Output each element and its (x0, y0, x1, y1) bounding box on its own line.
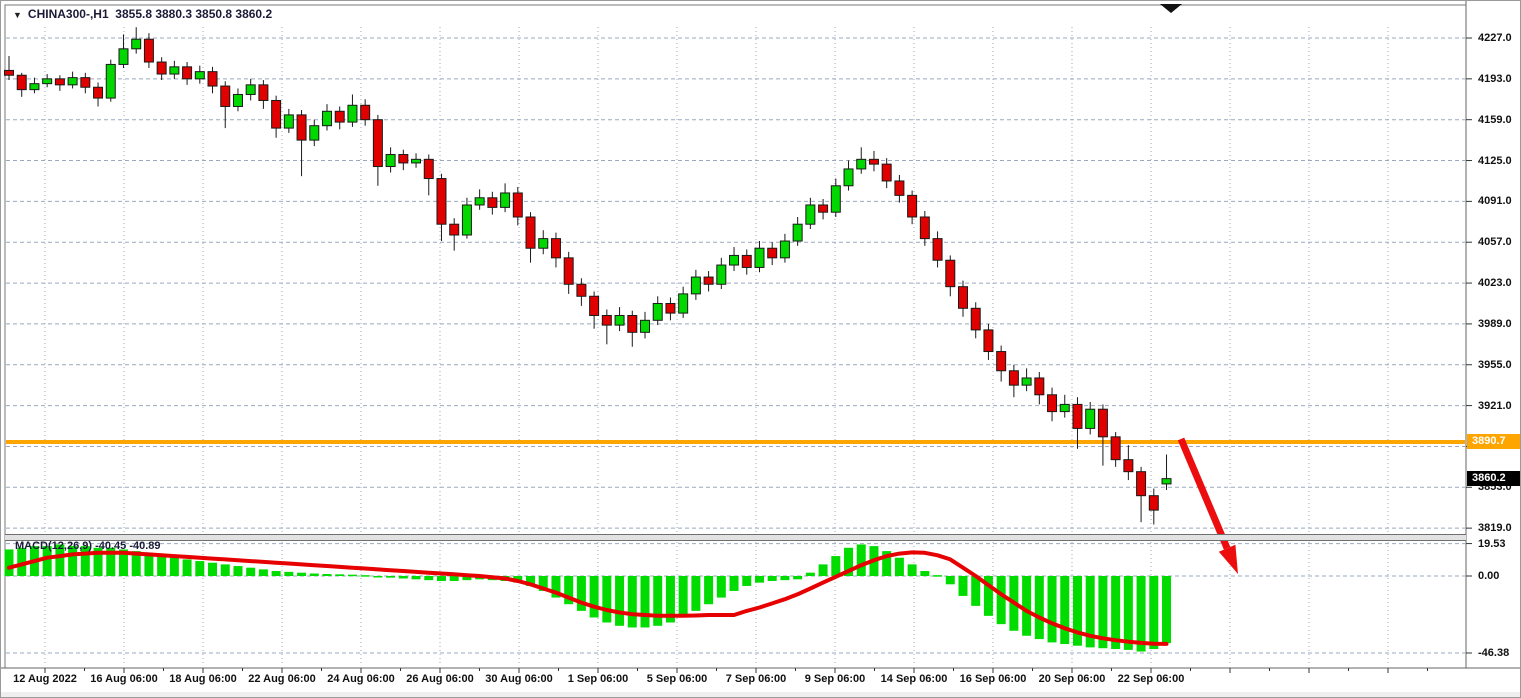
price-axis-label: 4091.0 (1478, 194, 1512, 208)
price-axis-label: 4227.0 (1478, 31, 1512, 45)
chart-window: ▼ CHINA300-,H1 3855.8 3880.3 3850.8 3860.… (0, 0, 1521, 698)
symbol-dropdown-icon[interactable]: ▼ (13, 10, 22, 20)
chart-shift-marker[interactable] (1160, 4, 1182, 13)
symbol-name: CHINA300- (28, 7, 90, 21)
macd-scale-label: 0.00 (1478, 569, 1499, 583)
price-axis-label: 4159.0 (1478, 113, 1512, 127)
price-axis-label: 4193.0 (1478, 72, 1512, 86)
chart-canvas[interactable] (1, 1, 1521, 698)
window-bottom-edge (1, 692, 1521, 698)
support-level-badge: 3890.7 (1467, 434, 1521, 449)
time-axis-label: 18 Aug 06:00 (169, 673, 236, 685)
symbol-header: ▼ CHINA300-,H1 3855.8 3880.3 3850.8 3860.… (13, 7, 272, 21)
price-axis-label: 4023.0 (1478, 276, 1512, 290)
price-axis-label: 3921.0 (1478, 399, 1512, 413)
candlesticks (5, 27, 1172, 524)
time-axis-label: 16 Aug 06:00 (90, 673, 157, 685)
panel-separator[interactable] (5, 534, 1466, 541)
time-axis-label: 24 Aug 06:00 (327, 673, 394, 685)
time-axis-label: 9 Sep 06:00 (805, 673, 866, 685)
price-axis-label: 3819.0 (1478, 521, 1512, 535)
time-axis-label: 20 Sep 06:00 (1039, 673, 1106, 685)
time-axis-label: 22 Sep 06:00 (1118, 673, 1185, 685)
macd-histogram (5, 544, 1172, 651)
time-axis-label: 7 Sep 06:00 (726, 673, 787, 685)
price-axis-label: 4057.0 (1478, 235, 1512, 249)
timeframe-label: ,H1 (90, 7, 109, 21)
time-axis-label: 5 Sep 06:00 (647, 673, 708, 685)
current-price-badge: 3860.2 (1467, 471, 1521, 486)
time-axis-label: 12 Aug 2022 (13, 673, 77, 685)
macd-indicator-label: MACD(12,26,9) -40.45 -40.89 (15, 540, 161, 552)
trend-arrow-annotation[interactable] (1181, 439, 1238, 574)
time-axis-label: 16 Sep 06:00 (960, 673, 1027, 685)
time-axis-label: 22 Aug 06:00 (248, 673, 315, 685)
ohlc-readout: 3855.8 3880.3 3850.8 3860.2 (115, 7, 272, 21)
price-axis-label: 4125.0 (1478, 154, 1512, 168)
price-axis-label: 3989.0 (1478, 317, 1512, 331)
price-axis-label: 3955.0 (1478, 358, 1512, 372)
macd-scale-label: 19.53 (1478, 537, 1506, 551)
macd-scale-label: -46.38 (1478, 646, 1509, 660)
time-axis-label: 26 Aug 06:00 (406, 673, 473, 685)
time-axis-label: 14 Sep 06:00 (881, 673, 948, 685)
time-axis-label: 1 Sep 06:00 (568, 673, 629, 685)
time-axis-label: 30 Aug 06:00 (485, 673, 552, 685)
